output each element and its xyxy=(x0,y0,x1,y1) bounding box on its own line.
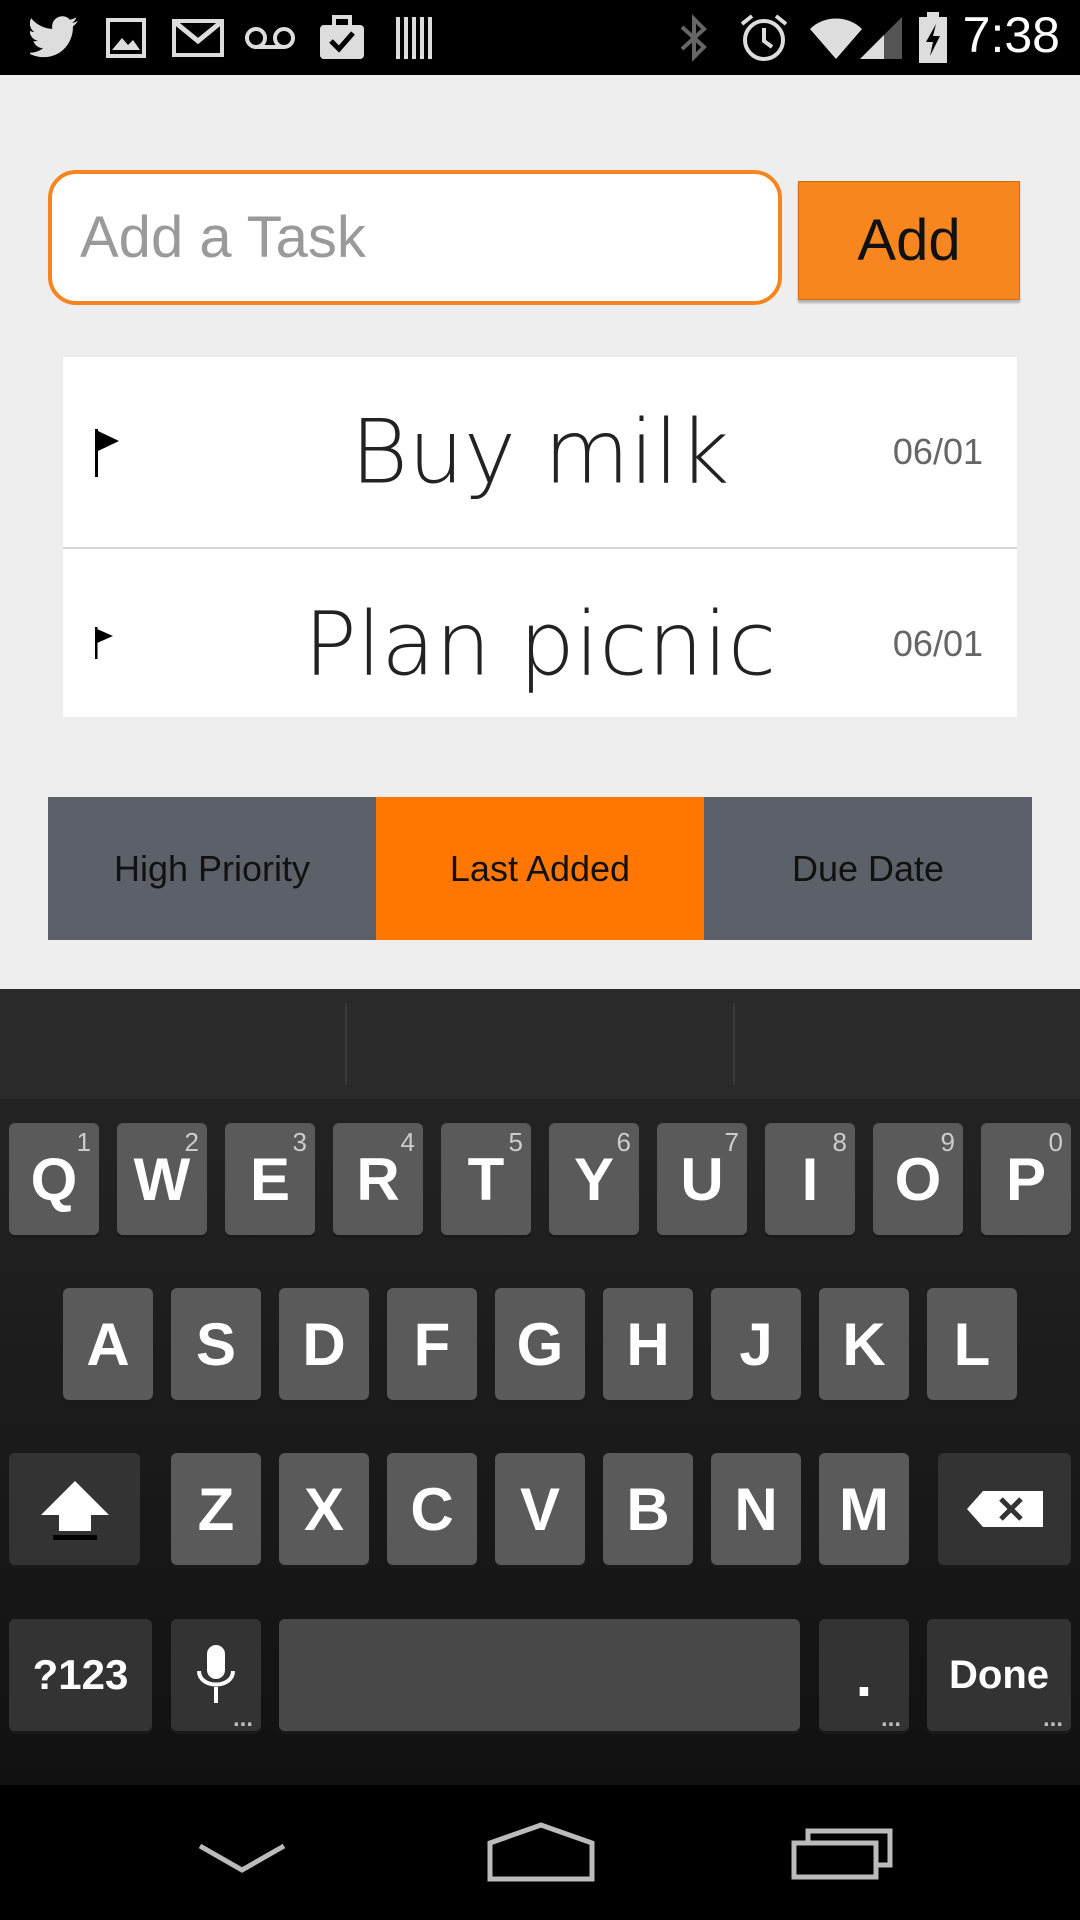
key-y[interactable]: Y6 xyxy=(549,1123,639,1235)
key-x[interactable]: X xyxy=(279,1453,369,1565)
task-input-container[interactable] xyxy=(48,170,782,305)
hide-keyboard-icon[interactable] xyxy=(196,1842,288,1880)
sort-tabs: High Priority Last Added Due Date xyxy=(48,797,1032,940)
soft-keyboard: Q1 W2 E3 R4 T5 Y6 U7 I8 O9 P0 A S D F G … xyxy=(0,989,1080,1785)
key-o[interactable]: O9 xyxy=(873,1123,963,1235)
status-clock: 7:38 xyxy=(962,7,1060,63)
tab-high-priority[interactable]: High Priority xyxy=(48,797,376,940)
wifi-icon xyxy=(808,10,864,66)
task-row[interactable]: Buy milk 06/01 xyxy=(63,357,1017,549)
backspace-icon xyxy=(966,1491,1043,1527)
backspace-key[interactable] xyxy=(938,1453,1071,1565)
key-w[interactable]: W2 xyxy=(117,1123,207,1235)
key-g[interactable]: G xyxy=(495,1288,585,1400)
suggestion-divider xyxy=(733,1003,735,1085)
navigation-bar xyxy=(0,1785,1080,1920)
key-d[interactable]: D xyxy=(279,1288,369,1400)
recent-apps-icon[interactable] xyxy=(790,1825,896,1885)
twitter-icon xyxy=(30,10,80,66)
voicemail-icon xyxy=(244,10,296,66)
alarm-icon xyxy=(738,10,790,66)
task-date: 06/01 xyxy=(892,623,983,664)
period-key[interactable]: . ... xyxy=(819,1619,909,1731)
gallery-icon xyxy=(106,10,146,66)
task-row[interactable]: Plan picnic 06/01 xyxy=(63,549,1017,717)
battery-charging-icon xyxy=(918,10,948,66)
signal-icon xyxy=(858,10,904,66)
microphone-icon xyxy=(197,1645,235,1703)
suggestion-divider xyxy=(345,1003,347,1085)
key-k[interactable]: K xyxy=(819,1288,909,1400)
key-a[interactable]: A xyxy=(63,1288,153,1400)
key-f[interactable]: F xyxy=(387,1288,477,1400)
shift-key[interactable] xyxy=(9,1453,140,1565)
task-list: Buy milk 06/01 Plan picnic 06/01 xyxy=(63,357,1017,717)
status-bar: 7:38 xyxy=(0,0,1080,75)
suggestion-strip xyxy=(0,989,1080,1099)
key-r[interactable]: R4 xyxy=(333,1123,423,1235)
key-z[interactable]: Z xyxy=(171,1453,261,1565)
task-date: 06/01 xyxy=(892,431,983,472)
voice-input-key[interactable]: ... xyxy=(171,1619,261,1731)
key-j[interactable]: J xyxy=(711,1288,801,1400)
key-s[interactable]: S xyxy=(171,1288,261,1400)
key-m[interactable]: M xyxy=(819,1453,909,1565)
home-icon[interactable] xyxy=(486,1821,596,1887)
task-input[interactable] xyxy=(52,174,778,301)
tasks-icon xyxy=(318,10,366,66)
key-t[interactable]: T5 xyxy=(441,1123,531,1235)
key-c[interactable]: C xyxy=(387,1453,477,1565)
key-n[interactable]: N xyxy=(711,1453,801,1565)
tab-last-added[interactable]: Last Added xyxy=(376,797,704,940)
space-key[interactable] xyxy=(279,1619,800,1731)
shift-icon xyxy=(40,1481,109,1540)
symbols-key[interactable]: ?123 xyxy=(9,1619,152,1731)
key-u[interactable]: U7 xyxy=(657,1123,747,1235)
done-key[interactable]: Done ... xyxy=(927,1619,1071,1731)
key-e[interactable]: E3 xyxy=(225,1123,315,1235)
task-name: Plan picnic xyxy=(303,592,777,696)
key-l[interactable]: L xyxy=(927,1288,1017,1400)
key-q[interactable]: Q1 xyxy=(9,1123,99,1235)
app-content: Add Buy milk 06/01 Plan picnic 06/01 Hig… xyxy=(0,75,1080,989)
key-v[interactable]: V xyxy=(495,1453,585,1565)
bluetooth-icon xyxy=(676,10,712,66)
barcode-icon xyxy=(394,10,434,66)
tab-due-date[interactable]: Due Date xyxy=(704,797,1032,940)
key-p[interactable]: P0 xyxy=(981,1123,1071,1235)
gmail-icon xyxy=(172,10,224,66)
task-name: Buy milk xyxy=(350,400,730,504)
key-b[interactable]: B xyxy=(603,1453,693,1565)
key-i[interactable]: I8 xyxy=(765,1123,855,1235)
add-button[interactable]: Add xyxy=(798,181,1020,300)
key-h[interactable]: H xyxy=(603,1288,693,1400)
